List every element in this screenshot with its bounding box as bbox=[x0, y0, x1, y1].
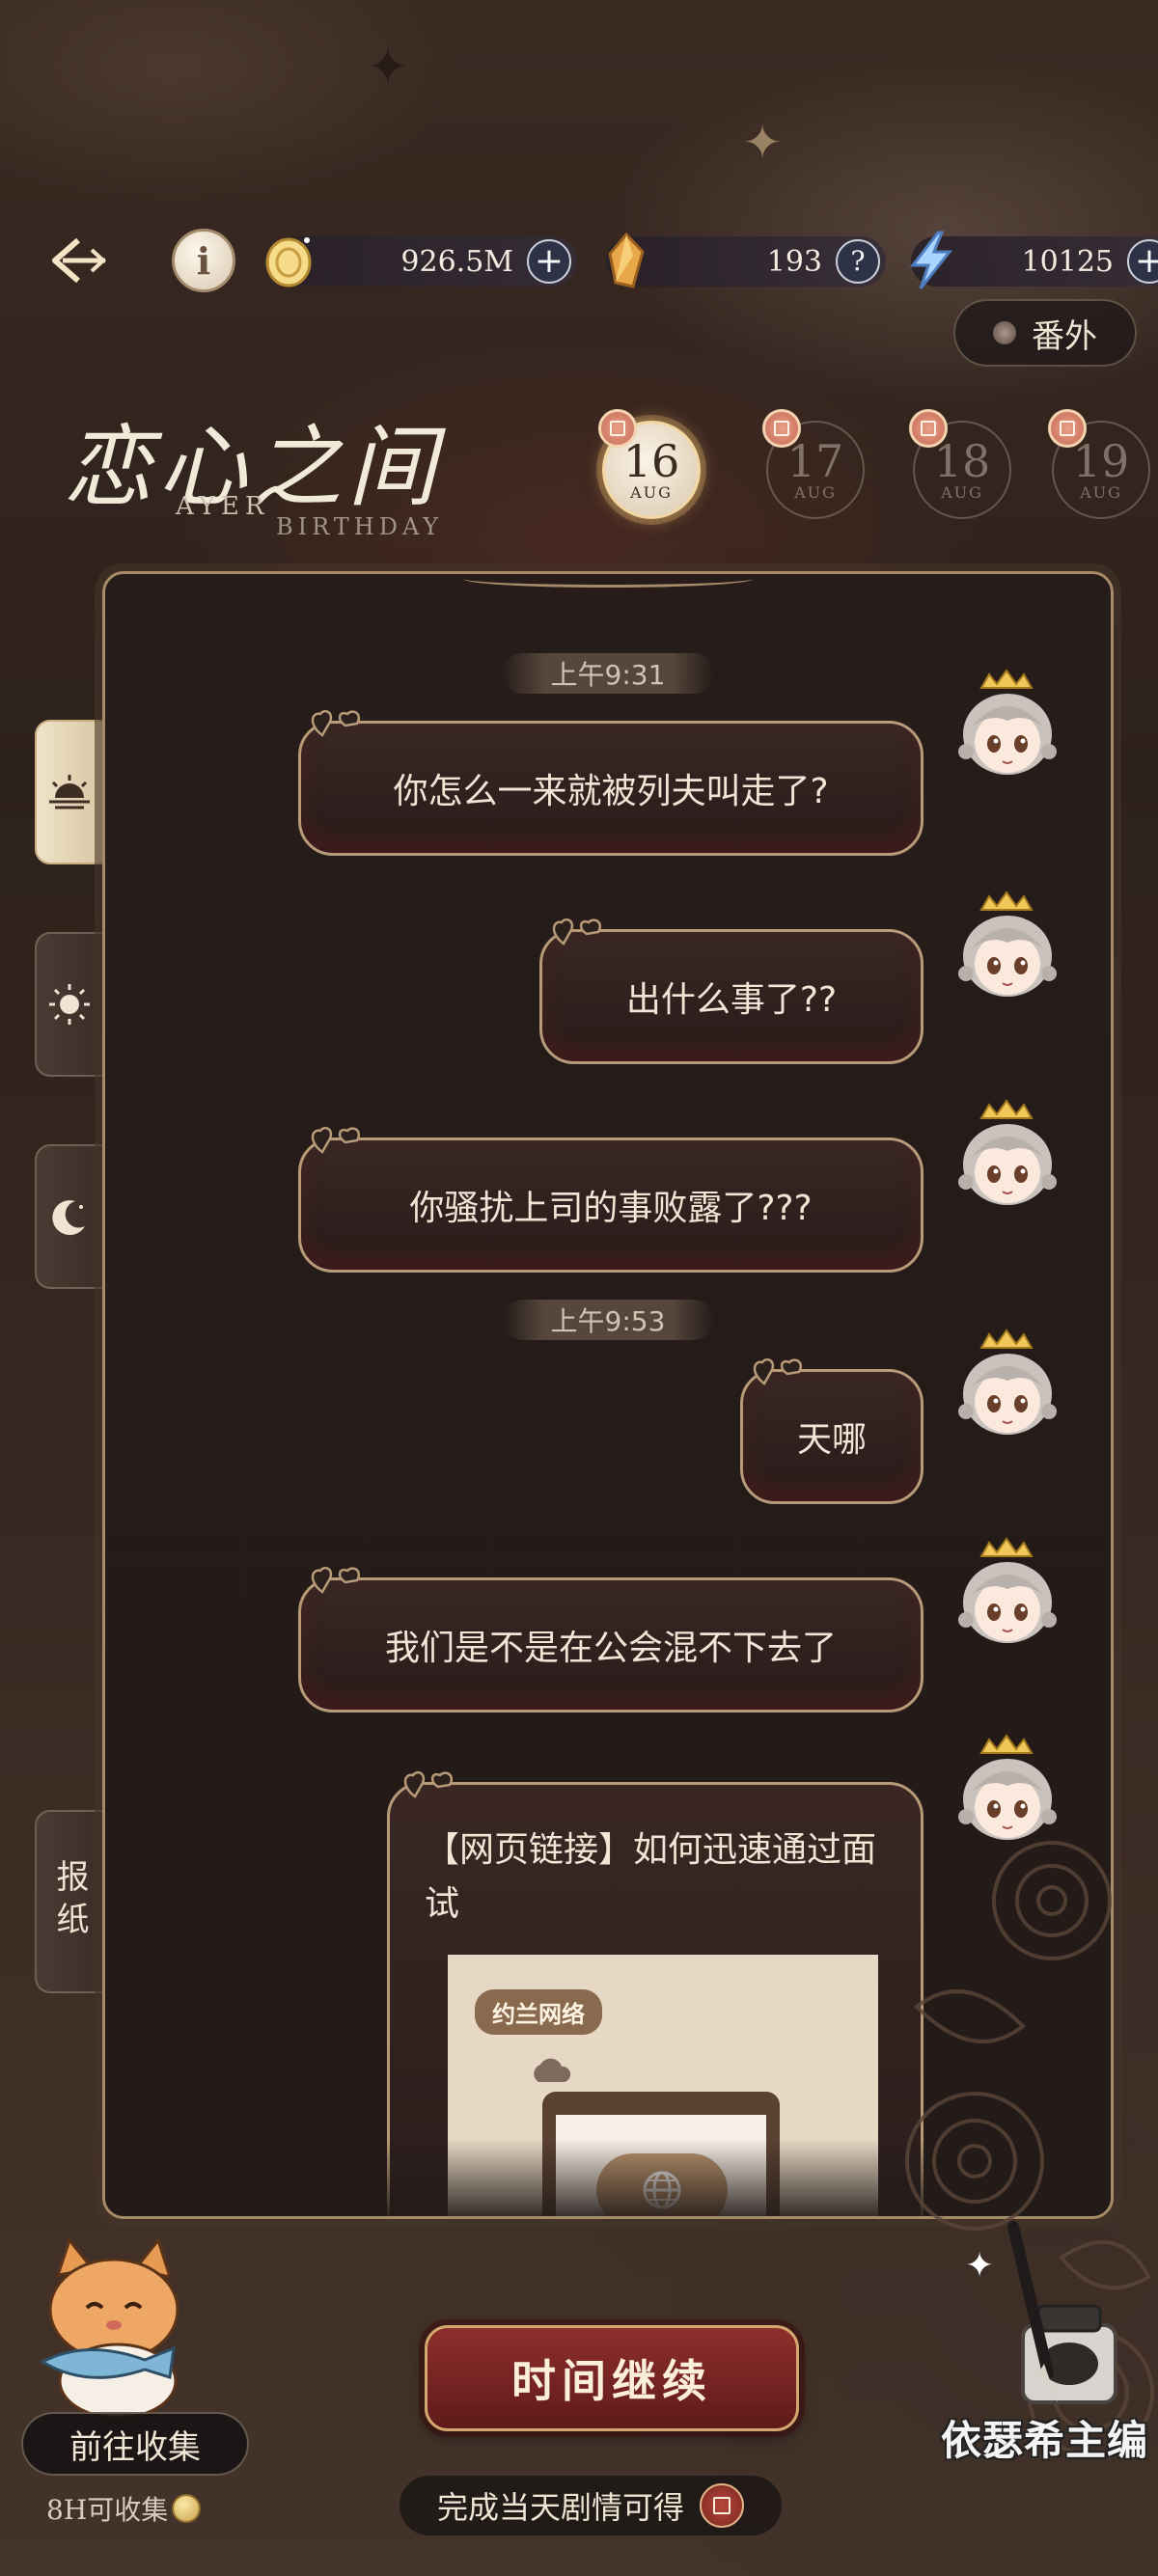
heart-tag-icon bbox=[311, 1567, 361, 1594]
gift-icon bbox=[1048, 409, 1087, 448]
gold-value: 926.5M bbox=[400, 244, 513, 279]
tab-noon[interactable] bbox=[35, 932, 104, 1077]
ink-pen-icon: ✦ bbox=[965, 2221, 1117, 2404]
date-day: 18 bbox=[933, 434, 991, 487]
extra-story-button[interactable]: 番外 bbox=[953, 299, 1137, 367]
tab-newspaper[interactable]: 报纸 bbox=[35, 1810, 104, 1993]
avatar[interactable] bbox=[947, 1327, 1068, 1448]
link-title: 【网页链接】如何迅速通过面试 bbox=[425, 1830, 877, 1924]
go-collect-label: 前往收集 bbox=[69, 2427, 201, 2467]
energy-currency: 10125 + bbox=[909, 231, 1158, 289]
chat-bubble[interactable]: 天哪 bbox=[740, 1358, 924, 1504]
avatar-icon bbox=[958, 669, 1057, 775]
heart-tag-icon bbox=[403, 1771, 454, 1798]
panel-crest bbox=[463, 574, 753, 588]
moon-icon bbox=[52, 1200, 85, 1236]
gold-currency: 926.5M + bbox=[265, 236, 577, 288]
heart-tag-icon bbox=[311, 710, 361, 737]
date-tab-16[interactable]: 16 AUG bbox=[598, 409, 704, 523]
date-day: 16 bbox=[622, 434, 680, 487]
gift-icon bbox=[909, 409, 948, 448]
go-collect-button[interactable]: 前往收集 bbox=[21, 2412, 249, 2476]
collect-note: 8H可收集 bbox=[46, 2489, 202, 2528]
reward-note: 完成当天剧情可得 bbox=[400, 2476, 782, 2535]
avatar-icon bbox=[958, 1329, 1057, 1435]
gift-icon bbox=[762, 409, 801, 448]
date-month: AUG bbox=[630, 482, 673, 502]
extra-story-icon bbox=[993, 321, 1016, 344]
date-month: AUG bbox=[941, 482, 983, 502]
sunrise-icon bbox=[49, 775, 90, 809]
heart-tag-icon bbox=[753, 1358, 803, 1385]
avatar[interactable] bbox=[947, 1535, 1068, 1657]
sun-icon bbox=[49, 984, 90, 1025]
back-button[interactable] bbox=[46, 227, 114, 294]
date-tab-18[interactable]: 18 AUG bbox=[909, 409, 1015, 523]
cloud-icon bbox=[534, 2058, 571, 2082]
gift-icon[interactable] bbox=[700, 2483, 744, 2528]
svg-text:✦: ✦ bbox=[965, 2246, 994, 2286]
info-button[interactable]: i bbox=[172, 229, 235, 292]
add-gold-button[interactable]: + bbox=[527, 239, 571, 284]
continue-time-button[interactable]: 时间继续 bbox=[425, 2325, 799, 2431]
timestamp: 上午9:53 bbox=[502, 1300, 714, 1340]
top-bar: i 926.5M + 193 ? 10125 + bbox=[39, 217, 1158, 304]
message-text: 出什么事了?? bbox=[625, 980, 838, 1020]
tab-night[interactable] bbox=[35, 1144, 104, 1289]
gift-icon bbox=[598, 409, 637, 448]
energy-value: 10125 bbox=[1021, 244, 1114, 279]
date-month: AUG bbox=[794, 482, 837, 502]
gold-coin-icon bbox=[265, 237, 312, 288]
avatar[interactable] bbox=[947, 667, 1068, 788]
watermark: 依瑟希主编 bbox=[940, 2417, 1148, 2464]
date-day: 19 bbox=[1072, 434, 1130, 487]
timestamp: 上午9:31 bbox=[502, 653, 714, 694]
message-text: 我们是不是在公会混不下去了 bbox=[384, 1629, 837, 1668]
sparkle-decoration: ✦ bbox=[367, 39, 409, 96]
avatar[interactable] bbox=[947, 1097, 1068, 1219]
date-tab-17[interactable]: 17 AUG bbox=[762, 409, 868, 523]
gem-help-button[interactable]: ? bbox=[836, 239, 880, 284]
extra-story-label: 番外 bbox=[1032, 316, 1097, 356]
avatar[interactable] bbox=[947, 889, 1068, 1010]
date-day: 17 bbox=[786, 434, 844, 487]
gem-icon bbox=[608, 232, 645, 288]
collect-note-text: 8H可收集 bbox=[46, 2494, 169, 2526]
cat-mascot-icon bbox=[39, 2236, 179, 2420]
chat-bubble[interactable]: 你怎么一来就被列夫叫走了? bbox=[298, 710, 924, 856]
newspaper-label: 报纸 bbox=[50, 1859, 89, 1944]
info-icon: i bbox=[196, 238, 211, 283]
event-subtitle-ayer: AYER bbox=[176, 492, 270, 521]
chat-bubble[interactable]: 我们是不是在公会混不下去了 bbox=[298, 1567, 924, 1713]
reward-note-text: 完成当天剧情可得 bbox=[436, 2489, 684, 2526]
gem-currency: 193 ? bbox=[606, 232, 886, 288]
continue-label: 时间继续 bbox=[511, 2355, 712, 2407]
message-text: 天哪 bbox=[796, 1420, 867, 1460]
message-text: 你骚扰上司的事败露了??? bbox=[409, 1189, 813, 1228]
avatar-icon bbox=[958, 1537, 1057, 1643]
avatar-icon bbox=[958, 891, 1057, 997]
message-text: 你怎么一来就被列夫叫走了? bbox=[393, 772, 829, 811]
gem-value: 193 bbox=[766, 244, 822, 279]
tab-morning[interactable] bbox=[35, 720, 104, 864]
sparkle-decoration: ✦ bbox=[743, 116, 783, 170]
thumb-label: 约兰网络 bbox=[475, 1989, 602, 2035]
heart-tag-icon bbox=[311, 1127, 361, 1154]
date-tab-19[interactable]: 19 AUG bbox=[1048, 409, 1154, 523]
back-arrow-icon bbox=[52, 237, 106, 284]
add-energy-button[interactable]: + bbox=[1127, 239, 1158, 284]
heart-tag-icon bbox=[552, 918, 602, 945]
chat-bubble[interactable]: 出什么事了?? bbox=[539, 918, 924, 1064]
avatar-icon bbox=[958, 1099, 1057, 1205]
gold-coin-icon bbox=[172, 2494, 202, 2523]
chat-bubble[interactable]: 你骚扰上司的事败露了??? bbox=[298, 1127, 924, 1273]
event-subtitle-birthday: BIRTHDAY bbox=[276, 513, 444, 540]
date-month: AUG bbox=[1080, 482, 1122, 502]
lightning-icon bbox=[909, 231, 953, 289]
